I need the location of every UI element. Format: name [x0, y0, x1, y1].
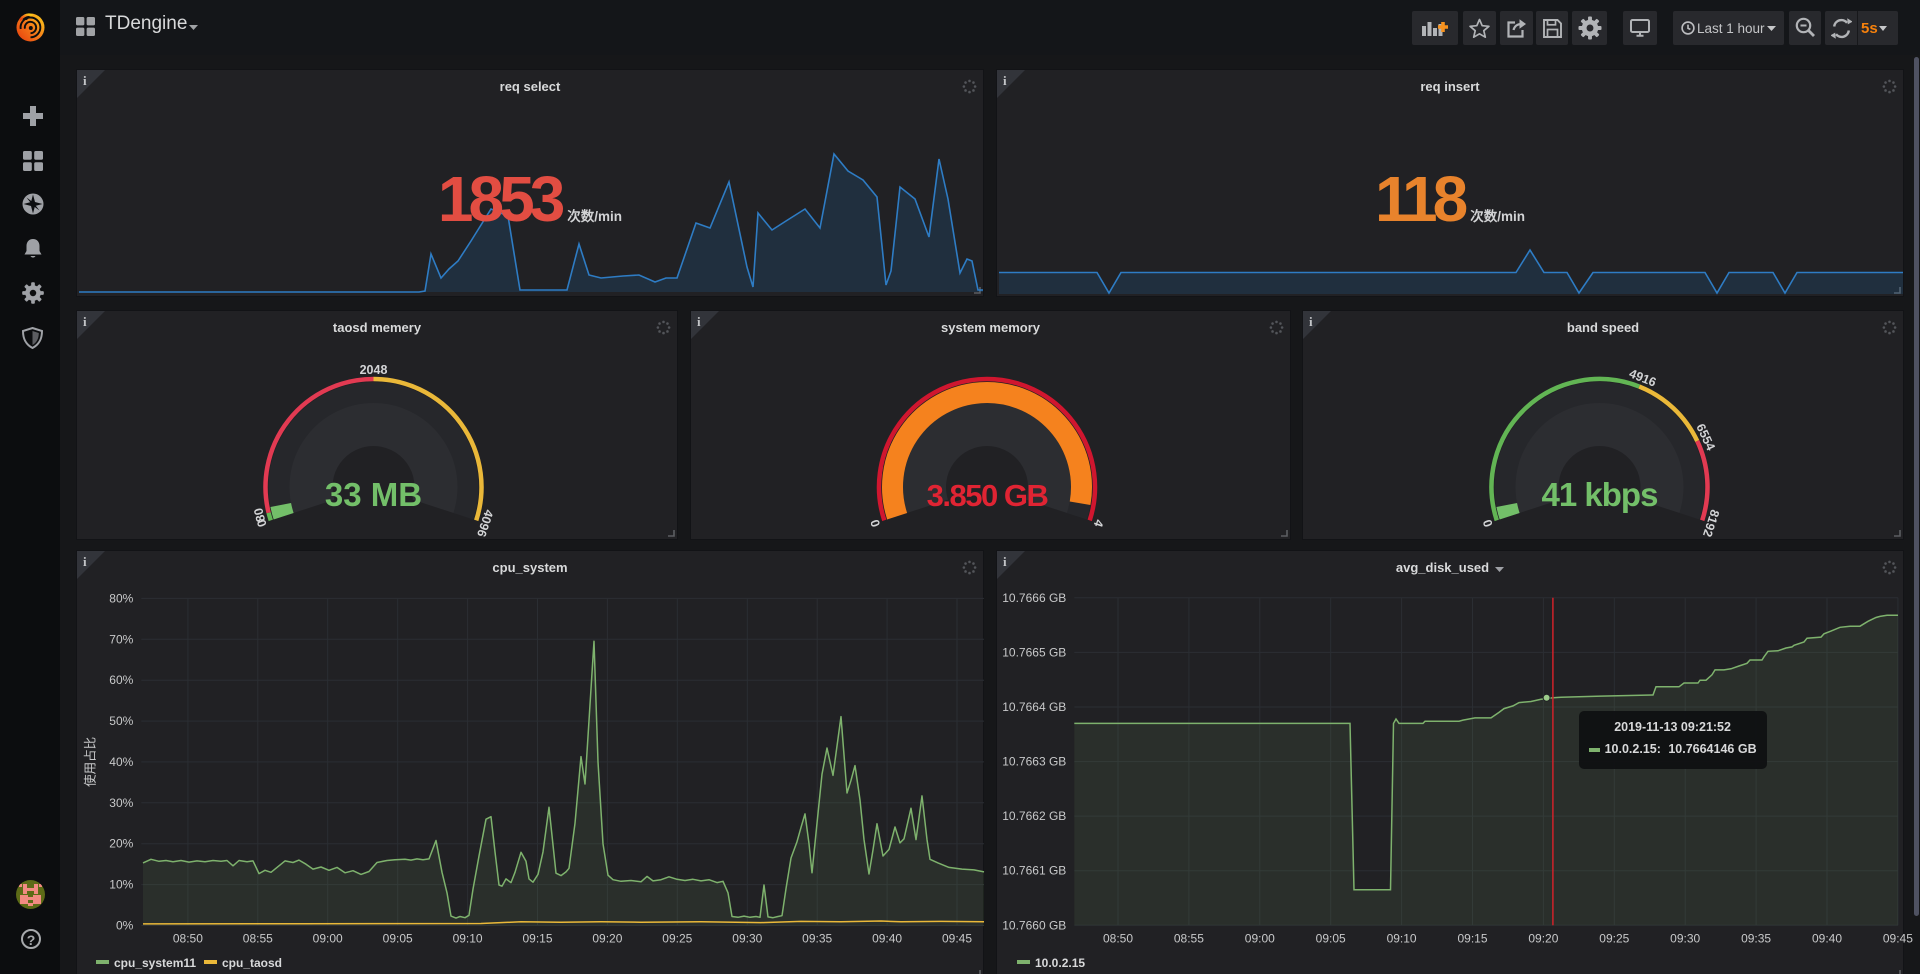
svg-text:09:25: 09:25 [1599, 931, 1629, 945]
svg-text:09:40: 09:40 [872, 932, 902, 946]
svg-text:09:00: 09:00 [1245, 931, 1275, 945]
svg-text:0: 0 [868, 518, 883, 529]
svg-text:08:50: 08:50 [1103, 931, 1133, 945]
svg-text:10.7662 GB: 10.7662 GB [1002, 809, 1066, 823]
svg-text:09:30: 09:30 [732, 932, 762, 946]
svg-text:09:45: 09:45 [942, 932, 972, 946]
svg-text:09:05: 09:05 [1316, 931, 1346, 945]
svg-text:08:55: 08:55 [243, 932, 273, 946]
svg-text:09:00: 09:00 [313, 932, 343, 946]
svg-text:10.7665 GB: 10.7665 GB [1002, 645, 1066, 659]
svg-text:使用占比: 使用占比 [82, 737, 97, 787]
svg-text:2048: 2048 [360, 363, 388, 377]
svg-text:09:05: 09:05 [383, 932, 413, 946]
svg-text:09:35: 09:35 [802, 932, 832, 946]
svg-text:cpu_system11: cpu_system11 [114, 956, 196, 970]
svg-text:09:45: 09:45 [1883, 931, 1913, 945]
svg-text:30%: 30% [109, 796, 133, 810]
svg-text:10%: 10% [109, 878, 133, 892]
svg-text:4: 4 [1091, 518, 1106, 529]
svg-text:08:55: 08:55 [1174, 931, 1204, 945]
svg-text:33 MB: 33 MB [325, 476, 422, 513]
svg-text:cpu_taosd: cpu_taosd [222, 956, 282, 970]
svg-text:10.7663 GB: 10.7663 GB [1002, 755, 1066, 769]
svg-text:09:15: 09:15 [522, 932, 552, 946]
svg-text:70%: 70% [109, 632, 133, 646]
svg-text:09:40: 09:40 [1812, 931, 1842, 945]
svg-text:10.7661 GB: 10.7661 GB [1002, 864, 1066, 878]
svg-text:08:50: 08:50 [173, 932, 203, 946]
svg-text:0%: 0% [116, 919, 134, 933]
svg-text:09:10: 09:10 [453, 932, 483, 946]
svg-text:09:10: 09:10 [1387, 931, 1417, 945]
svg-text:50%: 50% [109, 714, 133, 728]
svg-text:10.7660 GB: 10.7660 GB [1002, 918, 1066, 932]
svg-text:10.7664 GB: 10.7664 GB [1002, 700, 1066, 714]
svg-text:80%: 80% [109, 591, 133, 605]
svg-text:09:25: 09:25 [662, 932, 692, 946]
svg-text:09:30: 09:30 [1670, 931, 1700, 945]
svg-text:09:20: 09:20 [592, 932, 622, 946]
svg-text:20%: 20% [109, 837, 133, 851]
svg-text:41 kbps: 41 kbps [1542, 476, 1658, 513]
svg-text:40%: 40% [109, 755, 133, 769]
svg-text:60%: 60% [109, 673, 133, 687]
svg-text:10.7666 GB: 10.7666 GB [1002, 591, 1066, 605]
svg-text:3.850 GB: 3.850 GB [927, 478, 1048, 513]
svg-text:09:35: 09:35 [1741, 931, 1771, 945]
svg-text:09:20: 09:20 [1528, 931, 1558, 945]
svg-text:10.0.2.15: 10.0.2.15 [1035, 956, 1085, 970]
svg-text:09:15: 09:15 [1457, 931, 1487, 945]
svg-text:0: 0 [1480, 518, 1495, 529]
